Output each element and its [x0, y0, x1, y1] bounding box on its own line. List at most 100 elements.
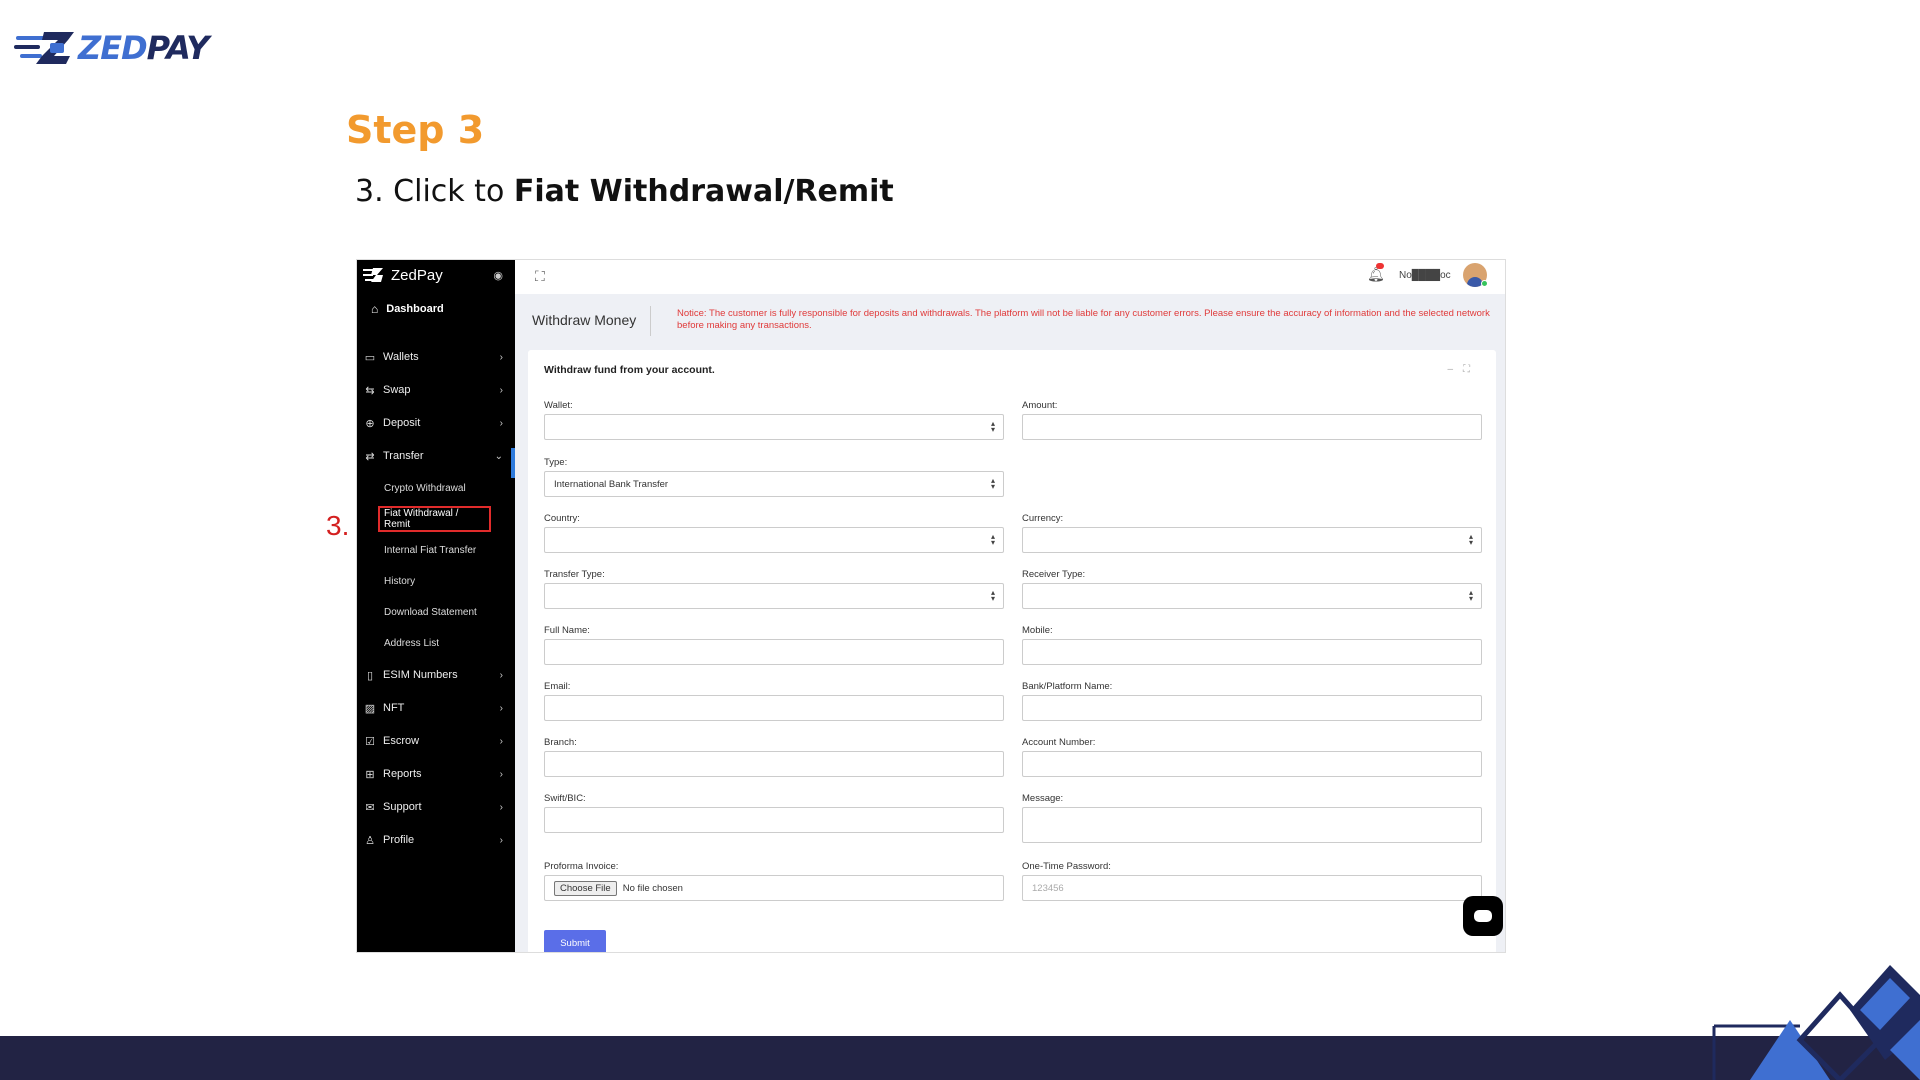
sidebar-item-transfer[interactable]: ⇄ Transfer ⌄	[357, 444, 515, 468]
brand-icon	[363, 268, 383, 282]
app-screenshot: ZedPay ◉ ⌂ Dashboard ▭ Wallets › ⇆ Swap › ⊕ D…	[356, 259, 1506, 953]
phone-icon: ▯	[366, 669, 374, 682]
card-title: Withdraw fund from your account.	[544, 364, 715, 376]
receiver-type-select[interactable]: ▴ ▾	[1022, 583, 1482, 609]
amount-input[interactable]	[1022, 414, 1482, 440]
file-status: No file chosen	[622, 882, 683, 894]
sidebar-sub-internal-fiat-transfer[interactable]: Internal Fiat Transfer	[384, 540, 476, 560]
chevron-right-icon: ›	[499, 801, 503, 813]
step-description: 3. Click to Fiat Withdrawal/Remit	[355, 174, 894, 209]
submit-button[interactable]: Submit	[544, 930, 606, 952]
step-marker: 3.	[326, 510, 350, 541]
transfer-type-select[interactable]: ▴ ▾	[544, 583, 1004, 609]
user-icon: ♙	[365, 834, 375, 847]
wallet-select[interactable]: ▴ ▾	[544, 414, 1004, 440]
chevron-right-icon: ›	[499, 702, 503, 714]
select-arrows-icon: ▴ ▾	[1468, 588, 1473, 603]
receiver-type-label: Receiver Type:	[1022, 569, 1086, 580]
sidebar-item-support[interactable]: ✉ Support ›	[357, 795, 515, 819]
step-title: Step 3	[346, 108, 485, 152]
brand-name: ZedPay	[391, 266, 443, 284]
corner-decoration-icon	[1712, 965, 1920, 1080]
sidebar-item-wallets[interactable]: ▭ Wallets ›	[357, 345, 515, 369]
amount-label: Amount:	[1022, 400, 1058, 411]
fullscreen-icon[interactable]: ⛶	[535, 268, 545, 285]
sidebar-sub-download-statement[interactable]: Download Statement	[384, 602, 477, 622]
image-icon: ▨	[364, 702, 376, 715]
online-status-dot	[1481, 280, 1488, 287]
account-number-label: Account Number:	[1022, 737, 1096, 748]
home-icon: ⌂	[371, 302, 379, 316]
full-name-input[interactable]	[544, 639, 1004, 665]
sidebar-item-profile[interactable]: ♙ Profile ›	[357, 828, 515, 852]
invoice-file-input[interactable]: Choose File No file chosen	[544, 875, 1004, 901]
sidebar-item-deposit[interactable]: ⊕ Deposit ›	[357, 411, 515, 435]
sidebar-item-dashboard[interactable]: ⌂ Dashboard	[357, 296, 515, 322]
type-select[interactable]: International Bank Transfer ▴ ▾	[544, 471, 1004, 497]
branch-input[interactable]	[544, 751, 1004, 777]
step-prefix: 3. Click to	[355, 174, 514, 209]
sidebar-item-swap[interactable]: ⇆ Swap ›	[357, 378, 515, 402]
bank-name-label: Bank/Platform Name:	[1022, 681, 1113, 692]
user-name[interactable]: No████oc	[1399, 270, 1451, 281]
country-select[interactable]: ▴ ▾	[544, 527, 1004, 553]
footer-bar	[0, 1036, 1920, 1080]
otp-placeholder: 123456	[1032, 882, 1064, 894]
sidebar-sub-crypto-withdrawal[interactable]: Crypto Withdrawal	[384, 478, 466, 498]
chat-bubble-icon[interactable]	[1463, 896, 1503, 936]
chevron-down-icon: ⌄	[494, 450, 503, 462]
sidebar-sub-address-list[interactable]: Address List	[384, 633, 439, 653]
email-label: Email:	[544, 681, 571, 692]
sidebar-item-escrow[interactable]: ☑ Escrow ›	[357, 729, 515, 753]
chevron-right-icon: ›	[499, 351, 503, 363]
sidebar-item-label: Swap	[383, 384, 411, 396]
sidebar-item-label: Profile	[383, 834, 415, 846]
chevron-right-icon: ›	[499, 834, 503, 846]
email-input[interactable]	[544, 695, 1004, 721]
select-arrows-icon: ▴ ▾	[990, 532, 995, 547]
sidebar-item-nft[interactable]: ▨ NFT ›	[357, 696, 515, 720]
sidebar-sub-history[interactable]: History	[384, 571, 415, 591]
sidebar-toggle-icon[interactable]: ◉	[493, 269, 503, 282]
mail-icon: ✉	[365, 801, 375, 814]
account-number-input[interactable]	[1022, 751, 1482, 777]
currency-label: Currency:	[1022, 513, 1064, 524]
notification-badge	[1376, 263, 1384, 269]
sidebar-sub-fiat-withdrawal-remit[interactable]: Fiat Withdrawal / Remit	[378, 506, 491, 532]
sidebar-item-reports[interactable]: ⊞ Reports ›	[357, 762, 515, 786]
logo-pay: PAY	[146, 29, 210, 67]
minimize-icon[interactable]: –	[1447, 364, 1463, 375]
wallet-label: Wallet:	[544, 400, 573, 411]
choose-file-button[interactable]: Choose File	[554, 880, 617, 896]
chevron-right-icon: ›	[499, 669, 503, 681]
sidebar-item-label: Escrow	[383, 735, 420, 747]
zedpay-logo: ZEDPAY	[14, 28, 210, 68]
mobile-input[interactable]	[1022, 639, 1482, 665]
otp-input[interactable]: 123456	[1022, 875, 1482, 901]
transfer-icon: ⇄	[365, 450, 375, 463]
bank-name-input[interactable]	[1022, 695, 1482, 721]
chevron-right-icon: ›	[499, 735, 503, 747]
currency-select[interactable]: ▴ ▾	[1022, 527, 1482, 553]
withdraw-card: Withdraw fund from your account. –⛶ Wall…	[528, 350, 1496, 952]
grid-icon: ⊞	[365, 768, 375, 781]
sidebar-item-label: Deposit	[383, 417, 421, 429]
full-name-label: Full Name:	[544, 625, 590, 636]
message-textarea[interactable]	[1022, 807, 1482, 843]
sidebar-item-esim-numbers[interactable]: ▯ ESIM Numbers ›	[357, 663, 515, 687]
sidebar-item-label: ESIM Numbers	[383, 669, 458, 681]
sidebar-item-label: Reports	[383, 768, 422, 780]
sidebar-brand: ZedPay ◉	[363, 264, 509, 286]
select-arrows-icon: ▴ ▾	[1468, 532, 1473, 547]
otp-label: One-Time Password:	[1022, 861, 1111, 872]
sidebar-item-label: NFT	[383, 702, 405, 714]
page-title: Withdraw Money	[532, 312, 637, 328]
type-label: Type:	[544, 457, 568, 468]
swift-input[interactable]	[544, 807, 1004, 833]
select-arrows-icon: ▴ ▾	[990, 419, 995, 434]
card-controls: –⛶	[1447, 364, 1480, 375]
header-divider	[650, 306, 651, 336]
top-bar: ⛶ 🔔︎ No████oc	[515, 260, 1505, 294]
wallet-icon: ▭	[364, 351, 376, 364]
expand-icon[interactable]: ⛶	[1463, 364, 1480, 375]
